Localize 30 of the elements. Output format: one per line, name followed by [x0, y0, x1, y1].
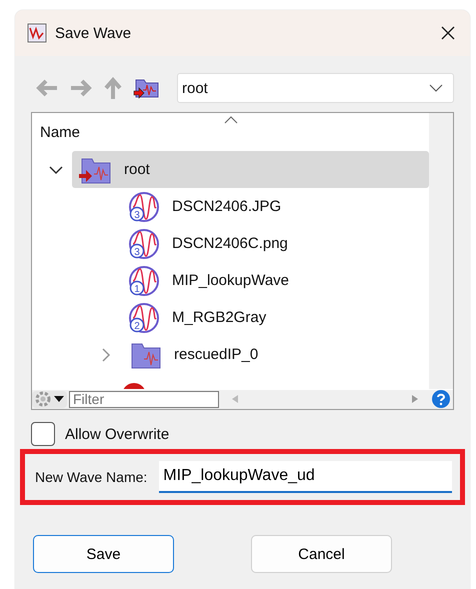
wave-icon: 1: [128, 264, 160, 296]
wave-icon: 2: [128, 302, 160, 334]
window-title: Save Wave: [55, 24, 132, 42]
allow-overwrite-label: Allow Overwrite: [65, 426, 170, 442]
wave-name-field[interactable]: MIP_lookupWave_ud: [159, 461, 452, 493]
tree-item[interactable]: 1 MIP_lookupWave: [122, 262, 429, 299]
expand-chevron-icon[interactable]: [101, 348, 111, 362]
dropdown-arrow-icon[interactable]: [53, 395, 65, 403]
collapse-chevron-icon[interactable]: [49, 164, 63, 174]
filter-field[interactable]: Filter: [69, 390, 219, 408]
help-icon[interactable]: [431, 389, 451, 409]
dropdown-chevron-icon[interactable]: [429, 84, 443, 92]
tree-item[interactable]: 2 M_RGB2Gray: [122, 299, 429, 336]
allow-overwrite-checkbox[interactable]: [31, 422, 55, 446]
settings-dropdown[interactable]: [32, 390, 67, 408]
tree-item[interactable]: root: [72, 151, 429, 188]
wave-icon: 3: [128, 228, 160, 260]
save-button[interactable]: Save: [33, 535, 174, 573]
name-column-header[interactable]: Name: [32, 113, 429, 151]
path-dropdown[interactable]: root: [177, 73, 454, 103]
tree-item[interactable]: 3 DSCN2406C.png: [122, 225, 429, 262]
new-wave-name-label: New Wave Name:: [35, 469, 148, 485]
tree-item[interactable]: rescuedIP_0: [122, 336, 429, 373]
scroll-right-icon[interactable]: [411, 394, 419, 404]
graph-icon: [27, 23, 47, 43]
close-icon[interactable]: [440, 25, 456, 41]
wave-icon: 3: [128, 190, 160, 222]
vertical-scrollbar[interactable]: [429, 113, 453, 389]
tree-item[interactable]: 3 DSCN2406.JPG: [122, 188, 429, 225]
cancel-button[interactable]: Cancel: [251, 535, 392, 573]
